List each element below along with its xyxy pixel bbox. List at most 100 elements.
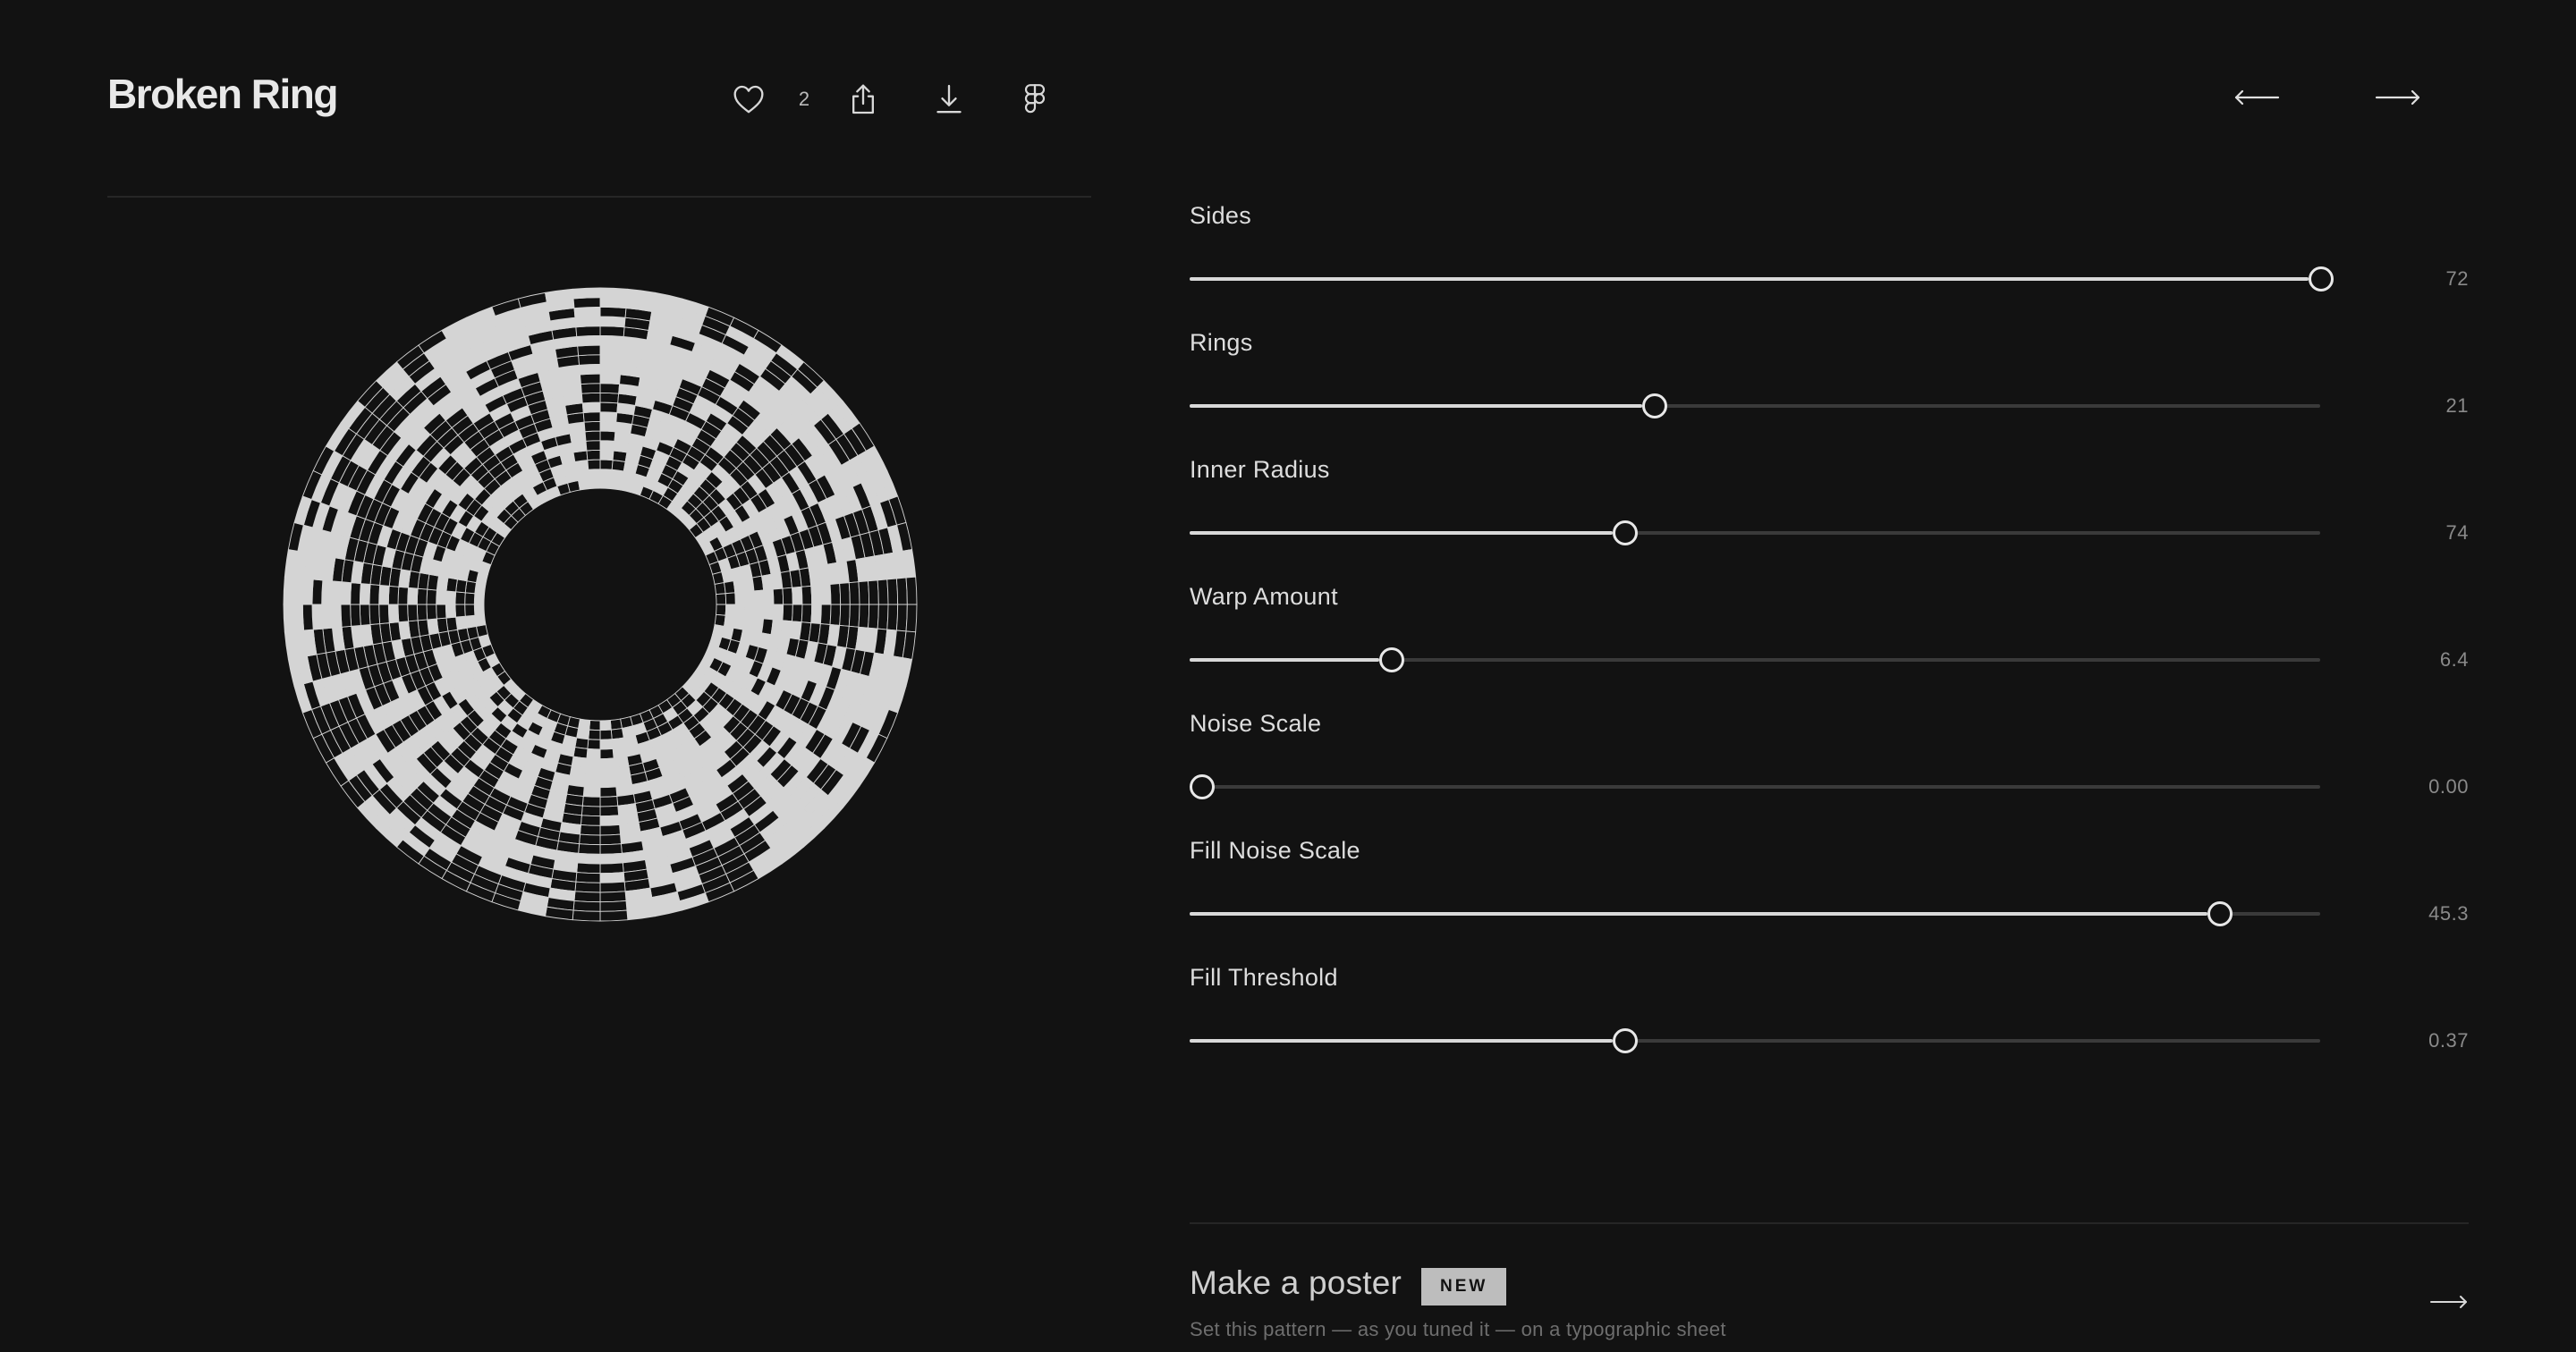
ring-cell <box>772 587 784 605</box>
ring-cell <box>416 604 428 621</box>
ring-cell <box>599 411 618 423</box>
share-button[interactable] <box>839 75 887 123</box>
figma-icon <box>1024 84 1046 114</box>
ring-cell <box>599 449 614 461</box>
ring-cell <box>743 604 756 619</box>
make-poster-link[interactable]: Make a poster NEW Set this pattern — as … <box>1190 1252 2469 1352</box>
figma-button[interactable] <box>1011 75 1059 123</box>
rings-slider[interactable] <box>1190 392 2320 420</box>
ring-cell <box>848 604 860 628</box>
ring-cell <box>609 718 623 731</box>
slider-fill <box>1190 531 1613 535</box>
like-button[interactable] <box>724 75 773 123</box>
ring-cell <box>858 580 870 605</box>
ring-cell <box>714 582 726 596</box>
ring-cell <box>587 459 601 470</box>
ring-cell <box>578 354 601 366</box>
noise-scale-slider[interactable] <box>1190 773 2320 801</box>
slider-fill <box>1190 912 2207 916</box>
slider-fill <box>1190 404 1642 408</box>
ring-cell <box>311 604 324 630</box>
ring-cell <box>599 824 621 836</box>
control-value: 21 <box>2445 394 2469 417</box>
ring-cell <box>753 604 765 620</box>
fill-threshold-slider[interactable] <box>1190 1027 2320 1055</box>
download-icon <box>936 84 962 114</box>
ring-cell <box>369 584 381 605</box>
control-label: Warp Amount <box>1190 583 1338 610</box>
ring-cell <box>868 579 879 605</box>
sides-slider[interactable] <box>1190 265 2334 293</box>
ring-cell <box>576 469 590 481</box>
ring-cell <box>905 604 918 633</box>
ring-cell <box>724 614 736 629</box>
ring-cell <box>599 392 620 404</box>
slider-thumb[interactable] <box>1612 520 1638 545</box>
ring-cell <box>586 748 601 760</box>
header-divider <box>107 196 1091 198</box>
control-value: 6.4 <box>2439 648 2469 671</box>
ring-cell <box>350 582 361 605</box>
ring-cell <box>584 430 601 442</box>
ring-cell <box>599 757 615 769</box>
ring-cell <box>576 862 601 875</box>
ring-cell <box>474 613 487 627</box>
warp-amount-slider[interactable] <box>1190 646 2320 674</box>
control-value: 72 <box>2445 267 2469 290</box>
ring-cell <box>581 796 601 807</box>
ring-cell <box>586 449 601 461</box>
ring-cell <box>580 824 601 836</box>
ring-cell <box>599 306 627 318</box>
ring-cell <box>716 593 727 605</box>
ring-cell <box>610 469 624 481</box>
control-inner-radius: Inner Radius 74 <box>1190 452 2469 579</box>
slider-thumb[interactable] <box>1379 647 1405 672</box>
ring-cell <box>599 833 622 846</box>
download-button[interactable] <box>925 75 973 123</box>
ring-cell <box>599 440 615 452</box>
ring-cell <box>599 776 617 789</box>
ring-cell <box>416 587 428 605</box>
ring-cell <box>582 786 601 798</box>
new-badge: NEW <box>1421 1268 1507 1306</box>
ring-cell <box>301 578 314 605</box>
ring-cell <box>397 586 409 605</box>
slider-thumb[interactable] <box>1612 1028 1638 1053</box>
ring-cell <box>580 373 601 385</box>
ring-cell <box>724 580 736 595</box>
ring-cell <box>572 297 601 309</box>
ring-cell <box>330 580 343 605</box>
poster-divider <box>1190 1222 2469 1224</box>
ring-cell <box>464 604 476 617</box>
slider-thumb[interactable] <box>2207 901 2233 926</box>
ring-cell <box>311 579 324 605</box>
ring-cell <box>577 852 601 865</box>
control-label: Fill Noise Scale <box>1190 837 1360 864</box>
next-pattern-button[interactable] <box>2367 73 2429 122</box>
arrow-left-icon <box>2234 89 2280 106</box>
ring-cell <box>580 383 601 394</box>
ring-cell <box>886 578 899 605</box>
ring-cell <box>579 833 601 846</box>
ring-cell <box>724 592 736 605</box>
slider-thumb[interactable] <box>1190 774 1215 799</box>
parameter-controls: Sides 72 Rings 21 Inner Radius 74 Warp A… <box>1190 199 2469 1087</box>
ring-cell <box>407 587 419 605</box>
ring-cell <box>599 815 621 826</box>
slider-thumb[interactable] <box>1641 393 1667 418</box>
slider-thumb[interactable] <box>2309 266 2334 292</box>
ring-cell <box>574 881 601 893</box>
inner-radius-slider[interactable] <box>1190 519 2320 547</box>
ring-cell <box>848 581 860 605</box>
previous-pattern-button[interactable] <box>2225 73 2288 122</box>
ring-cell <box>599 334 624 347</box>
ring-cell <box>387 585 400 605</box>
ring-cell <box>819 584 832 605</box>
fill-noise-scale-slider[interactable] <box>1190 900 2320 928</box>
ring-cell <box>330 604 343 629</box>
ring-cell <box>599 786 618 798</box>
ring-cell <box>599 862 624 875</box>
ring-cell <box>599 720 612 731</box>
slider-fill <box>1190 658 1380 662</box>
ring-cell <box>585 440 601 452</box>
